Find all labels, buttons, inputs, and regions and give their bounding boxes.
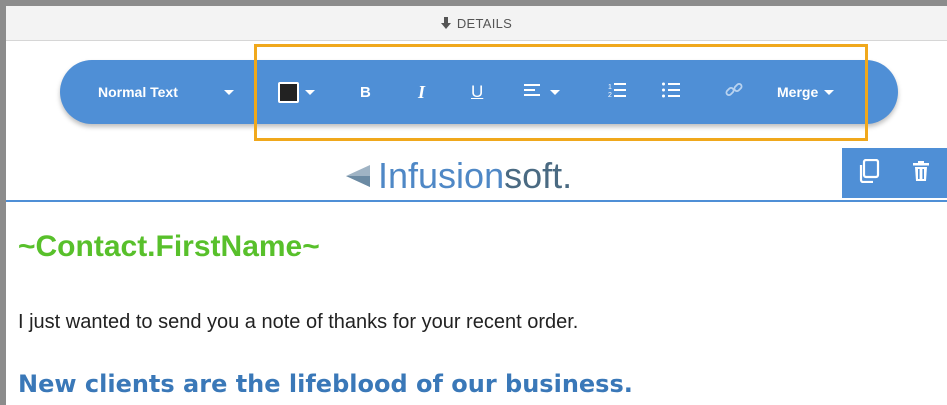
insert-link-button[interactable]: [725, 60, 743, 124]
text-style-dropdown[interactable]: Normal Text: [98, 60, 178, 124]
chevron-down-icon: [305, 89, 315, 95]
chevron-down-icon: [550, 89, 560, 95]
logo-text-light: soft.: [504, 155, 573, 196]
underline-button[interactable]: U: [471, 60, 483, 124]
text-color-picker[interactable]: [278, 60, 315, 124]
merge-dropdown[interactable]: Merge: [777, 60, 835, 124]
arrow-down-icon: [440, 17, 451, 29]
body-paragraph[interactable]: I just wanted to send you a note of than…: [18, 311, 578, 334]
details-label: DETAILS: [456, 15, 513, 31]
ordered-list-icon: 12: [608, 82, 626, 103]
link-icon: [725, 81, 743, 104]
italic-button[interactable]: I: [418, 60, 425, 124]
greeting-merge-field[interactable]: ~Contact.FirstName~: [18, 230, 320, 264]
bullet-list-button[interactable]: [662, 60, 680, 124]
align-left-icon: [524, 83, 540, 102]
trash-icon: [913, 160, 929, 186]
italic-icon: I: [418, 81, 426, 102]
duplicate-block-button[interactable]: [849, 148, 889, 198]
logo-block[interactable]: Infusionsoft.: [6, 148, 947, 202]
merge-label: Merge: [777, 84, 819, 100]
block-actions: [842, 148, 947, 198]
copy-icon: [858, 158, 880, 188]
bold-icon: B: [360, 83, 371, 101]
text-style-caret[interactable]: [224, 60, 234, 124]
align-dropdown[interactable]: [524, 60, 560, 124]
chevron-down-icon: [224, 89, 234, 95]
text-style-label: Normal Text: [98, 84, 178, 100]
window-frame-left: [0, 0, 6, 405]
bold-button[interactable]: B: [360, 60, 371, 124]
details-toggle[interactable]: DETAILS: [6, 6, 947, 41]
subheading[interactable]: New clients are the lifeblood of our bus…: [18, 370, 633, 398]
chevron-down-icon: [824, 89, 835, 95]
color-swatch-icon: [278, 81, 299, 103]
text-formatting-toolbar: Normal Text B I U 12 Merge: [60, 60, 898, 124]
svg-text:1: 1: [608, 84, 612, 91]
logo-mark-icon: [346, 163, 370, 189]
infusionsoft-logo: Infusionsoft.: [346, 156, 572, 196]
delete-block-button[interactable]: [901, 148, 941, 198]
logo-text-bold: Infusion: [378, 155, 505, 196]
ordered-list-button[interactable]: 12: [608, 60, 626, 124]
underline-icon: U: [471, 82, 484, 101]
bullet-list-icon: [662, 82, 680, 103]
svg-text:2: 2: [608, 92, 612, 98]
